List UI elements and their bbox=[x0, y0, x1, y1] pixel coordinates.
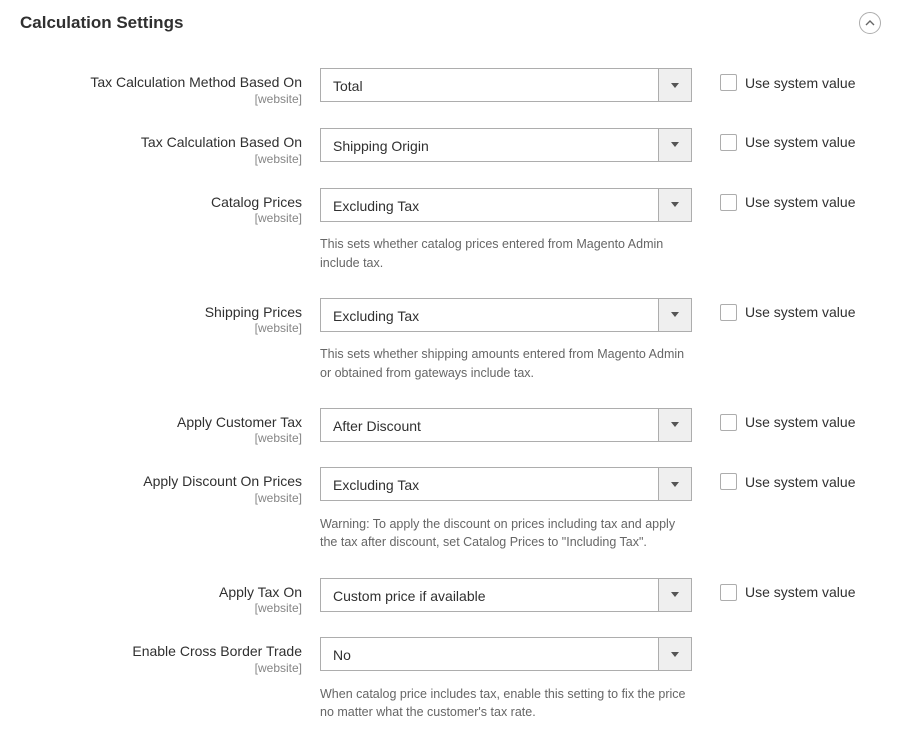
field-label: Shipping Prices bbox=[20, 304, 302, 321]
caret-down-icon bbox=[671, 592, 679, 597]
select-dropdown-button[interactable] bbox=[658, 68, 692, 102]
field-label: Enable Cross Border Trade bbox=[20, 643, 302, 660]
select-value[interactable]: Shipping Origin bbox=[320, 128, 658, 162]
select-field[interactable]: Shipping Origin bbox=[320, 128, 692, 162]
use-system-value-checkbox[interactable] bbox=[720, 304, 737, 321]
field-scope: [website] bbox=[20, 431, 302, 445]
caret-down-icon bbox=[671, 142, 679, 147]
field-label: Apply Customer Tax bbox=[20, 414, 302, 431]
use-system-value-checkbox[interactable] bbox=[720, 473, 737, 490]
field-note: When catalog price includes tax, enable … bbox=[320, 683, 692, 721]
field-scope: [website] bbox=[20, 491, 302, 505]
use-system-value-label[interactable]: Use system value bbox=[745, 474, 855, 490]
select-value[interactable]: After Discount bbox=[320, 408, 658, 442]
select-value[interactable]: Custom price if available bbox=[320, 578, 658, 612]
field-label: Tax Calculation Based On bbox=[20, 134, 302, 151]
field-note: This sets whether catalog prices entered… bbox=[320, 233, 692, 271]
select-dropdown-button[interactable] bbox=[658, 467, 692, 501]
select-field[interactable]: Total bbox=[320, 68, 692, 102]
use-system-value-label[interactable]: Use system value bbox=[745, 304, 855, 320]
select-field[interactable]: Custom price if available bbox=[320, 578, 692, 612]
select-value[interactable]: No bbox=[320, 637, 658, 671]
field-note: Warning: To apply the discount on prices… bbox=[320, 513, 692, 551]
select-dropdown-button[interactable] bbox=[658, 408, 692, 442]
use-system-value-checkbox[interactable] bbox=[720, 74, 737, 91]
select-dropdown-button[interactable] bbox=[658, 128, 692, 162]
field-scope: [website] bbox=[20, 321, 302, 335]
caret-down-icon bbox=[671, 202, 679, 207]
chevron-up-icon bbox=[865, 20, 875, 26]
use-system-value-label[interactable]: Use system value bbox=[745, 75, 855, 91]
caret-down-icon bbox=[671, 422, 679, 427]
field-label: Apply Discount On Prices bbox=[20, 473, 302, 490]
collapse-toggle-button[interactable] bbox=[859, 12, 881, 34]
select-value[interactable]: Excluding Tax bbox=[320, 298, 658, 332]
select-field[interactable]: No bbox=[320, 637, 692, 671]
select-field[interactable]: Excluding Tax bbox=[320, 188, 692, 222]
select-value[interactable]: Excluding Tax bbox=[320, 467, 658, 501]
use-system-value-checkbox[interactable] bbox=[720, 194, 737, 211]
field-label: Apply Tax On bbox=[20, 584, 302, 601]
select-dropdown-button[interactable] bbox=[658, 637, 692, 671]
select-dropdown-button[interactable] bbox=[658, 188, 692, 222]
select-dropdown-button[interactable] bbox=[658, 578, 692, 612]
field-scope: [website] bbox=[20, 661, 302, 675]
field-label: Catalog Prices bbox=[20, 194, 302, 211]
select-value[interactable]: Total bbox=[320, 68, 658, 102]
use-system-value-checkbox[interactable] bbox=[720, 584, 737, 601]
field-scope: [website] bbox=[20, 92, 302, 106]
use-system-value-label[interactable]: Use system value bbox=[745, 584, 855, 600]
section-title: Calculation Settings bbox=[20, 13, 183, 33]
caret-down-icon bbox=[671, 482, 679, 487]
caret-down-icon bbox=[671, 652, 679, 657]
field-note: This sets whether shipping amounts enter… bbox=[320, 343, 692, 381]
caret-down-icon bbox=[671, 83, 679, 88]
use-system-value-label[interactable]: Use system value bbox=[745, 194, 855, 210]
use-system-value-checkbox[interactable] bbox=[720, 134, 737, 151]
use-system-value-label[interactable]: Use system value bbox=[745, 414, 855, 430]
use-system-value-label[interactable]: Use system value bbox=[745, 134, 855, 150]
select-field[interactable]: Excluding Tax bbox=[320, 467, 692, 501]
field-scope: [website] bbox=[20, 211, 302, 225]
field-scope: [website] bbox=[20, 601, 302, 615]
select-field[interactable]: Excluding Tax bbox=[320, 298, 692, 332]
select-field[interactable]: After Discount bbox=[320, 408, 692, 442]
field-label: Tax Calculation Method Based On bbox=[20, 74, 302, 91]
use-system-value-checkbox[interactable] bbox=[720, 414, 737, 431]
select-dropdown-button[interactable] bbox=[658, 298, 692, 332]
select-value[interactable]: Excluding Tax bbox=[320, 188, 658, 222]
field-scope: [website] bbox=[20, 152, 302, 166]
caret-down-icon bbox=[671, 312, 679, 317]
